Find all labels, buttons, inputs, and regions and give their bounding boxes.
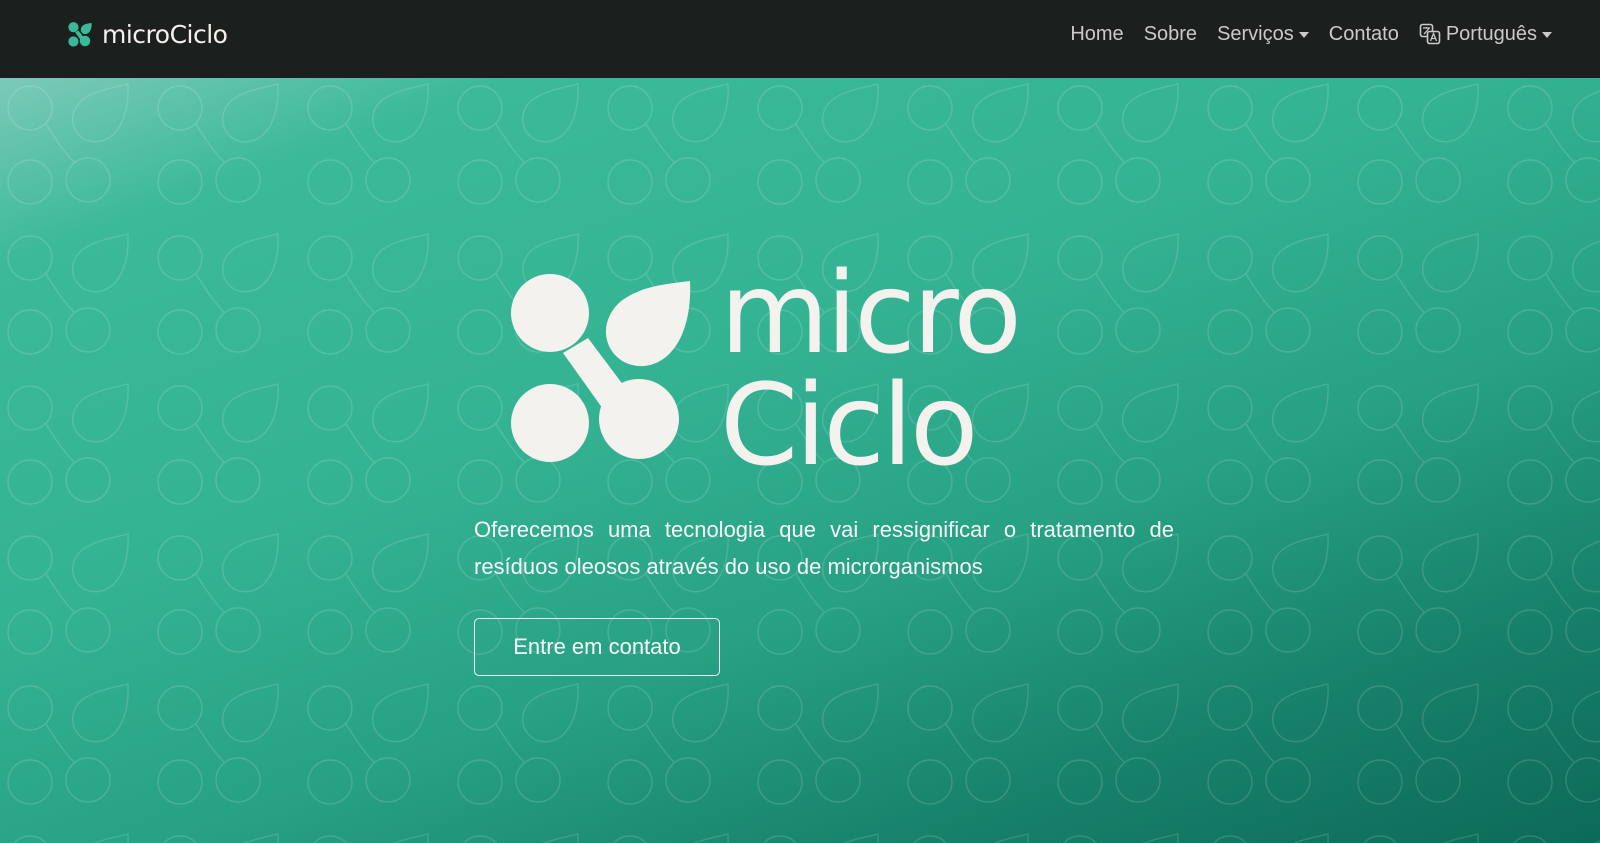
nav-link-contato[interactable]: Contato <box>1329 23 1399 46</box>
brand-name: microCiclo <box>102 20 228 49</box>
contact-cta-button[interactable]: Entre em contato <box>474 618 720 676</box>
hero-section: micro Ciclo Oferecemos uma tecnologia qu… <box>0 78 1600 843</box>
nav-menu: Home Sobre Serviços Contato Português <box>1050 0 1552 68</box>
nav-link-contato-label: Contato <box>1328 22 1399 45</box>
microciclo-logo-icon <box>68 22 92 47</box>
nav-dropdown-servicos-label: Serviços <box>1217 22 1294 45</box>
translate-icon <box>1419 23 1441 45</box>
brand-logo-link[interactable]: microCiclo <box>66 18 228 52</box>
hero-logo-word-ciclo: Ciclo <box>720 361 979 491</box>
hero-logo-word-micro: micro <box>720 249 1022 379</box>
nav-link-sobre[interactable]: Sobre <box>1144 23 1197 46</box>
top-navbar: microCiclo Home Sobre Serviços Contato P… <box>0 0 1600 78</box>
microciclo-logo-icon <box>511 274 691 462</box>
nav-dropdown-servicos[interactable]: Serviços <box>1217 23 1309 46</box>
nav-link-sobre-label: Sobre <box>1143 22 1198 45</box>
language-dropdown[interactable]: Português <box>1419 23 1552 46</box>
hero-tagline: Oferecemos uma tecnologia que vai ressig… <box>474 517 1174 579</box>
caret-down-icon <box>1298 32 1309 38</box>
language-dropdown-label: Português <box>1445 22 1537 45</box>
nav-link-home-label: Home <box>1070 22 1124 45</box>
caret-down-icon <box>1542 32 1552 38</box>
hero-logo: micro Ciclo <box>508 258 1108 488</box>
nav-link-home[interactable]: Home <box>1070 23 1123 46</box>
